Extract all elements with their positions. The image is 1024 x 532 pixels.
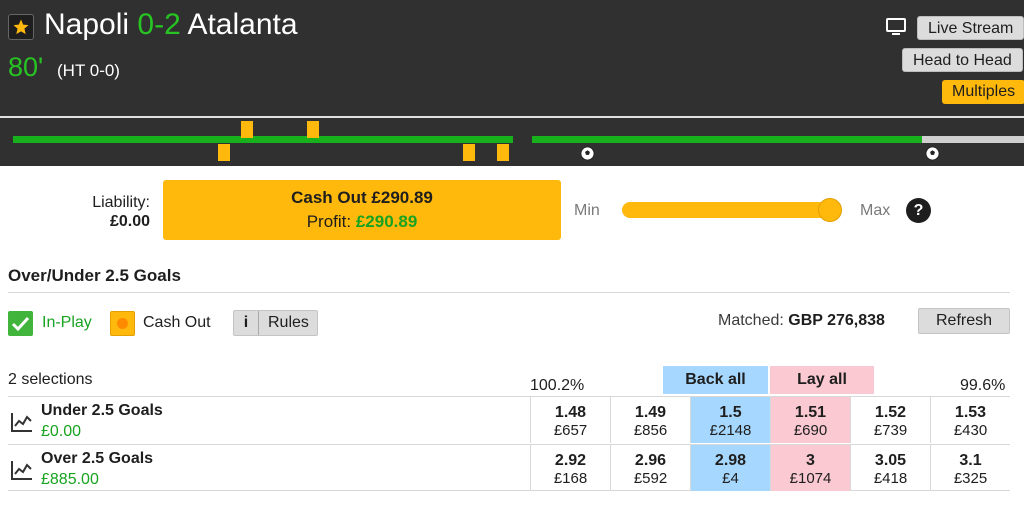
- cash-out-dot-icon: [117, 318, 128, 329]
- lay-price-best[interactable]: 1.51 £690: [770, 397, 850, 443]
- price-odds: 2.92: [554, 452, 587, 469]
- star-icon[interactable]: [8, 14, 34, 40]
- yellow-card-icon: [463, 144, 475, 161]
- first-half-bar: [13, 136, 513, 143]
- cash-out-title: Cash Out £290.89: [291, 188, 433, 207]
- price-size: £690: [793, 422, 828, 439]
- match-minute: 80': [8, 52, 44, 82]
- lay-price-3[interactable]: 1.53 £430: [930, 397, 1010, 443]
- rules-label: Rules: [268, 314, 309, 331]
- rules-button[interactable]: i Rules: [233, 310, 318, 336]
- lay-all-button[interactable]: Lay all: [770, 366, 874, 394]
- match-score: 0-2: [137, 8, 181, 41]
- cash-out-label: Cash Out: [143, 314, 211, 331]
- tv-icon[interactable]: [886, 18, 906, 36]
- lay-price-2[interactable]: 3.05 £418: [850, 445, 930, 491]
- back-price-2[interactable]: 1.49 £856: [610, 397, 690, 443]
- price-odds: 1.49: [634, 404, 667, 421]
- price-size: £4: [722, 470, 739, 487]
- back-price-3[interactable]: 2.92 £168: [530, 445, 610, 491]
- checkmark-icon: [8, 311, 33, 336]
- yellow-card-icon: [218, 144, 230, 161]
- price-size: £739: [873, 422, 908, 439]
- head-to-head-button[interactable]: Head to Head: [902, 48, 1023, 72]
- match-title: Napoli 0-2 Atalanta: [44, 8, 298, 42]
- match-header: Napoli 0-2 Atalanta 80' (HT 0-0) Live St…: [0, 0, 1024, 116]
- refresh-button[interactable]: Refresh: [918, 308, 1010, 334]
- back-price-best[interactable]: 1.5 £2148: [690, 397, 770, 443]
- profit-value: £290.89: [355, 212, 418, 231]
- price-odds: 1.48: [554, 404, 587, 421]
- price-odds: 1.51: [794, 404, 827, 421]
- back-price-2[interactable]: 2.96 £592: [610, 445, 690, 491]
- matched-label: Matched:: [718, 312, 784, 329]
- yellow-card-icon: [241, 121, 253, 138]
- match-timeline: [0, 116, 1024, 166]
- liability: Liability: £0.00: [92, 193, 150, 231]
- matched-amount: Matched: GBP 276,838: [718, 312, 885, 330]
- cash-out-profit: Profit: £290.89: [163, 212, 561, 232]
- price-size: £418: [873, 470, 908, 487]
- back-price-best[interactable]: 2.98 £4: [690, 445, 770, 491]
- price-odds: 2.96: [634, 452, 667, 469]
- cash-out-indicator: [110, 311, 135, 336]
- price-size: £2148: [709, 422, 752, 439]
- profit-label: Profit:: [306, 212, 352, 231]
- runner-profit-loss: £0.00: [41, 423, 82, 440]
- price-odds: 1.52: [874, 404, 907, 421]
- price-size: £430: [953, 422, 988, 439]
- yellow-card-icon: [497, 144, 509, 161]
- runner-name: Over 2.5 Goals: [41, 450, 154, 467]
- goal-ball-icon: [580, 146, 595, 161]
- in-play-label: In-Play: [42, 314, 92, 331]
- runner-row: Under 2.5 Goals £0.00 1.48 £657 1.49 £856 …: [8, 396, 1010, 443]
- live-stream-button[interactable]: Live Stream: [917, 16, 1024, 40]
- lay-price-2[interactable]: 1.52 £739: [850, 397, 930, 443]
- multiples-button[interactable]: Multiples: [942, 80, 1024, 104]
- lay-price-3[interactable]: 3.1 £325: [930, 445, 1010, 491]
- slider-handle[interactable]: [818, 198, 842, 222]
- price-size: £657: [553, 422, 588, 439]
- slider-min-label: Min: [574, 202, 600, 219]
- price-odds: 3: [806, 452, 815, 469]
- cash-out-slider[interactable]: [622, 198, 842, 222]
- goal-ball-icon: [925, 146, 940, 161]
- liability-label: Liability:: [92, 194, 150, 211]
- back-book-percentage: 100.2%: [530, 377, 585, 394]
- home-team: Napoli: [44, 8, 130, 41]
- market-chart-icon[interactable]: [11, 460, 33, 480]
- slider-max-label: Max: [860, 202, 891, 219]
- price-size: £325: [953, 470, 988, 487]
- price-size: £168: [553, 470, 588, 487]
- half-time-score: (HT 0-0): [57, 61, 120, 80]
- help-icon[interactable]: ?: [906, 198, 931, 223]
- price-size: £856: [633, 422, 668, 439]
- liability-value: £0.00: [109, 213, 150, 230]
- back-price-3[interactable]: 1.48 £657: [530, 397, 610, 443]
- cash-out-button[interactable]: Cash Out £290.89 Profit: £290.89: [163, 180, 561, 240]
- price-odds: 2.98: [714, 452, 747, 469]
- info-icon: i: [234, 311, 259, 335]
- runner-profit-loss: £885.00: [41, 471, 99, 488]
- second-half-remaining-bar: [922, 136, 1024, 143]
- price-odds: 1.53: [954, 404, 987, 421]
- price-size: £1074: [789, 470, 832, 487]
- market-chart-icon[interactable]: [11, 412, 33, 432]
- lay-book-percentage: 99.6%: [960, 377, 1006, 394]
- price-odds: 3.05: [874, 452, 907, 469]
- price-odds: 3.1: [959, 452, 982, 469]
- price-size: £592: [633, 470, 668, 487]
- away-team: Atalanta: [187, 8, 298, 41]
- matched-value: GBP 276,838: [788, 312, 885, 329]
- price-odds: 1.5: [719, 404, 742, 421]
- selections-count: 2 selections: [8, 371, 93, 388]
- runner-row: Over 2.5 Goals £885.00 2.92 £168 2.96 £592…: [8, 444, 1010, 491]
- back-all-button[interactable]: Back all: [663, 366, 768, 394]
- lay-price-best[interactable]: 3 £1074: [770, 445, 850, 491]
- yellow-card-icon: [307, 121, 319, 138]
- second-half-elapsed-bar: [532, 136, 922, 143]
- market-title: Over/Under 2.5 Goals: [8, 266, 181, 285]
- divider: [8, 292, 1010, 293]
- runner-name: Under 2.5 Goals: [41, 402, 163, 419]
